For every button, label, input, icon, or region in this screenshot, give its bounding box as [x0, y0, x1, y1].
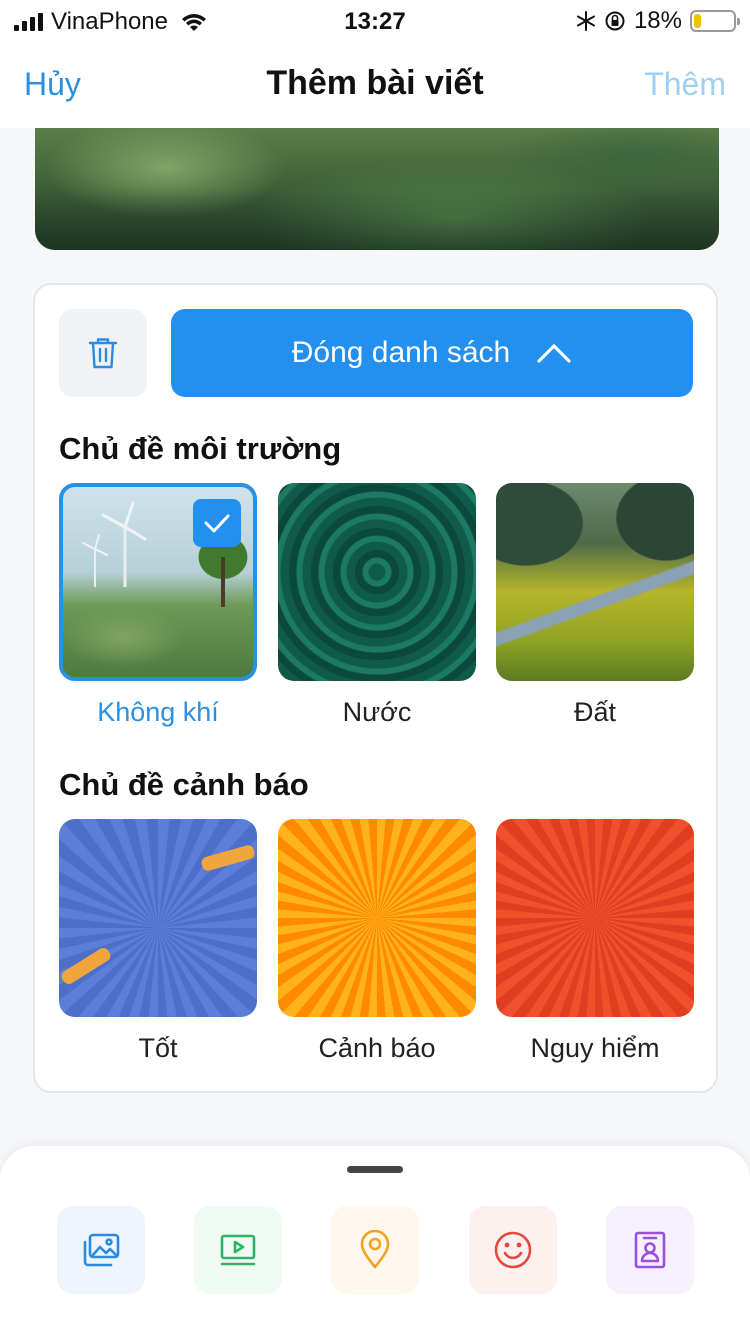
status-right: 18%	[576, 7, 740, 35]
drag-handle[interactable]	[347, 1166, 403, 1173]
image-gallery-icon	[83, 1233, 120, 1267]
add-video-button[interactable]	[194, 1206, 282, 1294]
snowflake-icon	[576, 11, 595, 31]
page-title: Thêm bài viết	[266, 64, 484, 102]
cancel-button[interactable]: Hủy	[24, 66, 81, 103]
topic-tile-air[interactable]	[59, 483, 257, 681]
location-pin-icon	[360, 1230, 390, 1269]
topic-tile-earth[interactable]	[496, 483, 694, 681]
rotation-lock-icon	[605, 11, 625, 31]
chevron-up-icon	[537, 344, 571, 363]
battery-icon	[690, 10, 740, 32]
contact-card-icon	[634, 1231, 666, 1269]
warning-tile-danger[interactable]	[496, 819, 694, 1017]
battery-percent: 18%	[633, 7, 682, 34]
selected-check-badge	[193, 499, 241, 547]
tag-person-button[interactable]	[606, 1206, 694, 1294]
warning-tile-good[interactable]	[59, 819, 257, 1017]
video-play-icon	[220, 1234, 256, 1266]
topic-label-earth: Đất	[573, 697, 617, 727]
bottom-toolbar-sheet	[0, 1146, 750, 1334]
add-location-button[interactable]	[331, 1206, 419, 1294]
smiley-icon	[494, 1231, 532, 1269]
topic-label-water: Nước	[342, 697, 412, 727]
close-list-button[interactable]: Đóng danh sách	[171, 309, 693, 397]
environment-section-title: Chủ đề môi trường	[59, 431, 342, 466]
topic-label-air: Không khí	[97, 697, 219, 727]
ribbon-decoration	[200, 843, 256, 873]
topic-picker-card: Đóng danh sách Chủ đề môi trường Không k…	[33, 283, 718, 1093]
status-bar: VinaPhone 13:27 18%	[0, 0, 750, 42]
add-emoji-button[interactable]	[469, 1206, 557, 1294]
topic-tile-water[interactable]	[278, 483, 476, 681]
warning-label-danger: Nguy hiểm	[530, 1033, 660, 1063]
warning-label-caution: Cảnh báo	[318, 1033, 436, 1063]
nav-bar: Hủy Thêm bài viết Thêm	[0, 42, 750, 128]
close-list-label: Đóng danh sách	[291, 336, 511, 369]
warning-section-title: Chủ đề cảnh báo	[59, 767, 309, 802]
delete-button[interactable]	[59, 309, 147, 397]
checkmark-icon	[204, 514, 230, 533]
trash-icon	[88, 338, 118, 369]
battery-level	[694, 14, 701, 28]
ribbon-decoration	[59, 945, 113, 987]
warning-tile-caution[interactable]	[278, 819, 476, 1017]
add-image-button[interactable]	[57, 1206, 145, 1294]
cover-image	[35, 128, 719, 250]
warning-label-good: Tốt	[138, 1033, 178, 1063]
add-post-button[interactable]: Thêm	[644, 66, 726, 103]
